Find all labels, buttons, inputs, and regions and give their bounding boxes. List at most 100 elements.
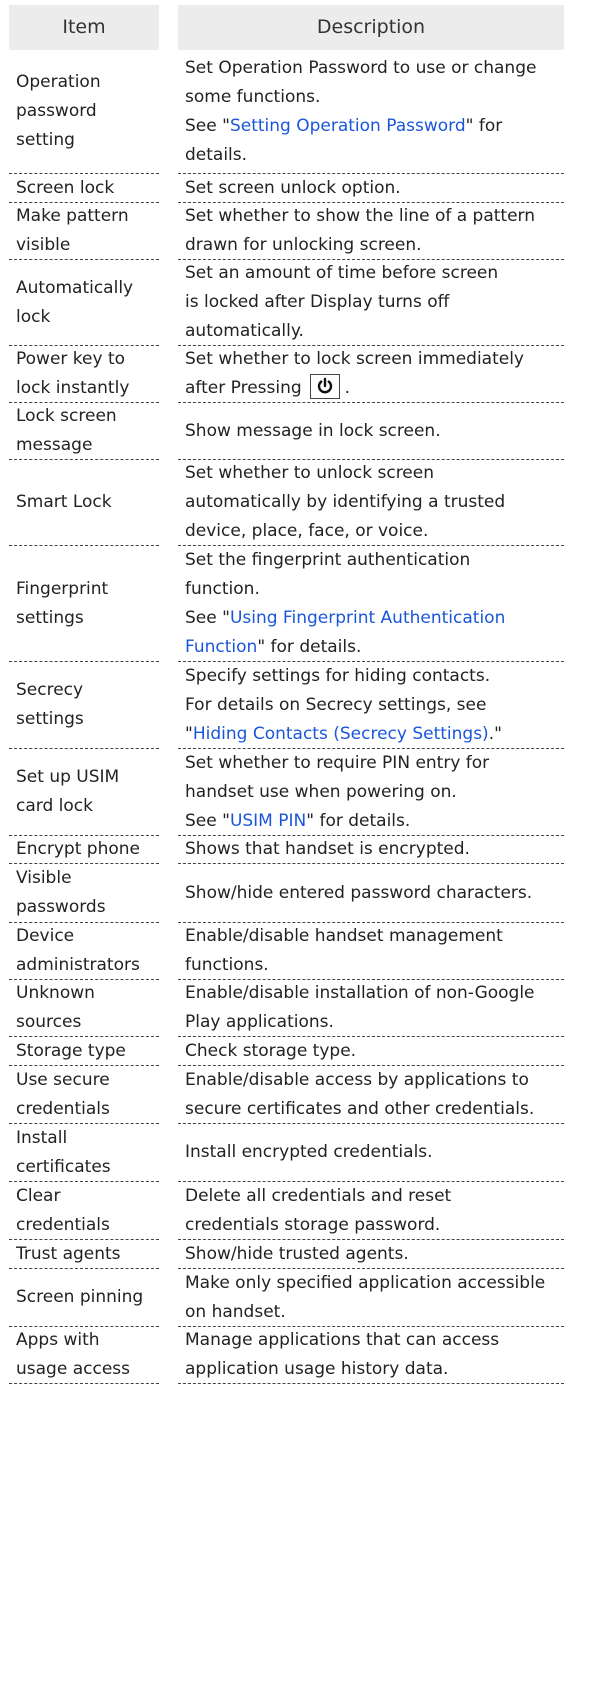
description-line: secure certificates and other credential… — [185, 1095, 564, 1124]
item-label: Fingerprint — [16, 578, 109, 599]
item-cell: Smart Lock — [9, 460, 159, 546]
reference-link[interactable]: Hiding Contacts (Secrecy Settings) — [193, 724, 489, 744]
settings-table: Item Description Operation password settin… — [0, 5, 593, 1384]
description-text: " for — [465, 115, 503, 136]
description-cell: Show message in lock screen. — [178, 403, 564, 460]
item-label: Trust agents — [16, 1243, 121, 1264]
item-label: Power key to — [16, 349, 126, 369]
table-row: Set up USIM card lock Set whether to requi… — [0, 749, 593, 836]
table-row: Lock screen message Show message in lock s… — [0, 403, 593, 460]
description-cell: Specify settings for hiding contacts. For… — [178, 662, 564, 749]
reference-link[interactable]: Setting Operation Password — [230, 116, 466, 136]
description-line: For details on Secrecy settings, see — [185, 691, 564, 720]
description-line: Set whether to show the line of a patter… — [185, 202, 564, 231]
description-line: application usage history data. — [185, 1355, 564, 1384]
description-text: Set the fingerprint authentication — [185, 549, 471, 570]
description-line: functions. — [185, 951, 564, 980]
item-cell: Lock screen message — [9, 403, 159, 460]
description-text: Set screen unlock option. — [185, 177, 401, 198]
description-line: handset use when powering on. — [185, 778, 564, 807]
description-line: Set whether to require PIN entry for — [185, 749, 564, 778]
description-cell: Show/hide entered password characters. — [178, 864, 564, 923]
header-item: Item — [9, 5, 159, 50]
item-label: Install — [16, 1127, 68, 1148]
item-label: lock — [16, 306, 51, 327]
description-line: automatically. — [185, 317, 564, 346]
table-row: Encrypt phone Shows that handset is encry… — [0, 836, 593, 864]
description-line: Manage applications that can access — [185, 1326, 564, 1355]
description-line: some functions. — [185, 83, 564, 112]
item-label: Screen lock — [16, 177, 115, 198]
header-description: Description — [178, 5, 564, 50]
description-text: Install encrypted credentials. — [185, 1142, 433, 1162]
item-cell: Apps with usage access — [9, 1327, 159, 1384]
table-row: Power key to lock instantly Set whether to… — [0, 346, 593, 403]
description-line: Delete all credentials and reset — [185, 1182, 564, 1211]
item-cell: Screen pinning — [9, 1269, 159, 1327]
description-text: secure certificates and other credential… — [185, 1098, 535, 1119]
item-label: card lock — [16, 796, 93, 816]
item-label: Encrypt phone — [16, 839, 140, 859]
description-cell: Manage applications that can access appli… — [178, 1327, 564, 1384]
description-cell: Set whether to show the line of a patter… — [178, 203, 564, 260]
item-label: lock instantly — [16, 378, 130, 398]
description-line: Check storage type. — [185, 1037, 564, 1066]
description-text: Shows that handset is encrypted. — [185, 839, 470, 859]
description-text: Specify settings for hiding contacts. — [185, 665, 491, 686]
reference-link[interactable]: Using Fingerprint Authentication — [230, 608, 505, 628]
description-line: Make only specified application accessib… — [185, 1269, 564, 1298]
description-cell: Show/hide trusted agents. — [178, 1240, 564, 1269]
table-row: Apps with usage access Manage applications… — [0, 1327, 593, 1384]
item-label: administrators — [16, 955, 140, 975]
description-line: Play applications. — [185, 1008, 564, 1037]
description-text: Set whether to require PIN entry for — [185, 752, 490, 773]
item-label: Operation — [16, 72, 101, 92]
reference-link[interactable]: USIM PIN — [230, 811, 306, 831]
item-cell: Storage type — [9, 1037, 159, 1066]
description-line: Show/hide entered password characters. — [185, 879, 564, 908]
item-cell: Fingerprint settings — [9, 546, 159, 662]
description-line: See "Setting Operation Password" for — [185, 112, 564, 141]
item-cell: Secrecy settings — [9, 662, 159, 749]
item-label: Visible — [16, 868, 72, 888]
description-text: drawn for unlocking screen. — [185, 235, 422, 255]
description-text: Make only specified application accessib… — [185, 1272, 546, 1293]
item-label: usage access — [16, 1359, 130, 1379]
table-row: Install certificates Install encrypted cre… — [0, 1124, 593, 1182]
item-label: credentials — [16, 1214, 110, 1235]
item-cell: Unknown sources — [9, 980, 159, 1037]
item-label: credentials — [16, 1098, 110, 1119]
item-label: sources — [16, 1012, 82, 1032]
item-label: Unknown — [16, 983, 95, 1003]
description-line: Set an amount of time before screen — [185, 259, 564, 288]
description-cell: Delete all credentials and reset credenti… — [178, 1182, 564, 1240]
item-label: Apps with — [16, 1330, 100, 1350]
description-text: " — [185, 723, 193, 744]
description-text: on handset. — [185, 1301, 286, 1322]
table-row: Operation password setting Set Operation Pa… — [0, 50, 593, 174]
description-text: credentials storage password. — [185, 1214, 441, 1235]
table-row: Fingerprint settings Set the fingerprint a… — [0, 546, 593, 662]
description-line: Set Operation Password to use or change — [185, 54, 564, 83]
table-row: Secrecy settings Specify settings for hidi… — [0, 662, 593, 749]
item-label: Secrecy — [16, 680, 84, 700]
item-label: Lock screen — [16, 406, 117, 426]
item-cell: Power key to lock instantly — [9, 346, 159, 403]
description-line: Show message in lock screen. — [185, 417, 564, 446]
item-label: setting — [16, 130, 75, 150]
description-text: Play applications. — [185, 1012, 334, 1032]
description-line: Show/hide trusted agents. — [185, 1240, 564, 1269]
reference-link[interactable]: Function — [185, 637, 257, 657]
table-row: Clear credentials Delete all credentials a… — [0, 1182, 593, 1240]
description-cell: Set whether to lock screen immediately af… — [178, 346, 564, 403]
description-line: Set whether to lock screen immediately — [185, 345, 564, 374]
description-line: Enable/disable handset management — [185, 922, 564, 951]
item-cell: Use secure credentials — [9, 1066, 159, 1124]
table-row: Trust agents Show/hide trusted agents. — [0, 1240, 593, 1269]
description-line: Shows that handset is encrypted. — [185, 835, 564, 864]
description-text: functions. — [185, 955, 269, 975]
description-cell: Enable/disable installation of non-Googl… — [178, 980, 564, 1037]
description-text: details. — [185, 144, 248, 165]
table-row: Storage type Check storage type. — [0, 1037, 593, 1066]
description-line: on handset. — [185, 1298, 564, 1327]
